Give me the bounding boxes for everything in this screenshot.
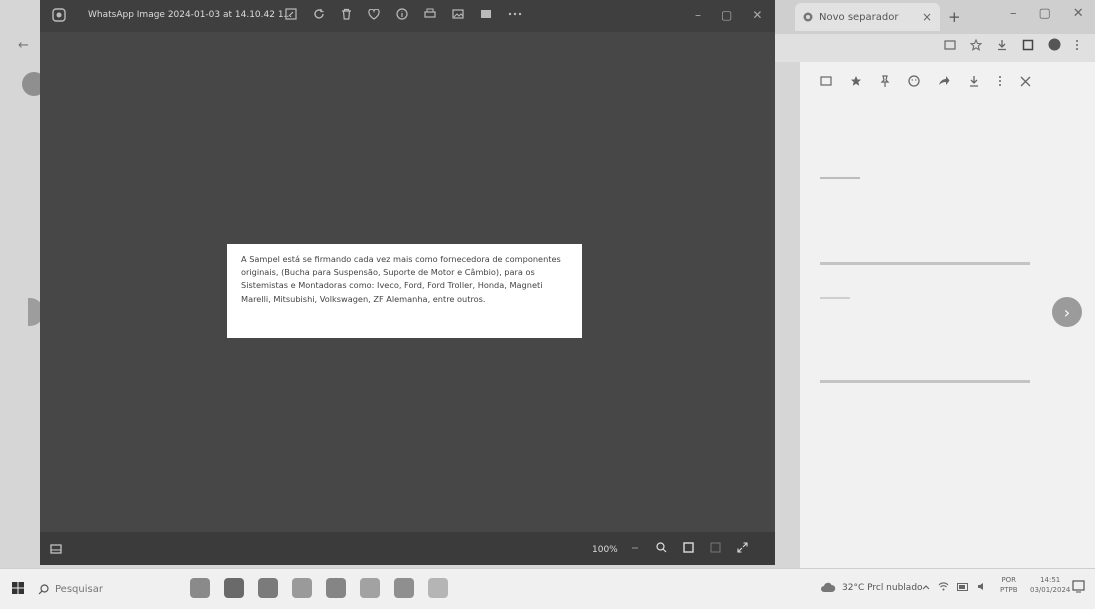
viewer-toolbar bbox=[285, 8, 522, 20]
language-code: POR bbox=[1001, 576, 1017, 584]
taskbar-clock[interactable]: 14:51 03/01/2024 bbox=[1030, 575, 1070, 595]
fullscreen-icon[interactable] bbox=[737, 542, 748, 553]
windows-start-icon[interactable] bbox=[12, 582, 24, 594]
filmstrip-icon[interactable] bbox=[50, 544, 62, 554]
taskbar-app-store[interactable] bbox=[360, 578, 380, 598]
maximize-icon[interactable]: ▢ bbox=[721, 8, 732, 22]
taskbar-app-chrome[interactable] bbox=[258, 578, 278, 598]
menu-icon[interactable] bbox=[1075, 39, 1079, 51]
system-tray bbox=[922, 582, 987, 591]
notification-icon[interactable] bbox=[1072, 580, 1085, 593]
displayed-image: A Sampel está se firmando cada vez mais … bbox=[227, 244, 582, 338]
pin-icon[interactable] bbox=[880, 75, 890, 87]
cloud-icon bbox=[820, 582, 836, 593]
taskbar-app-explorer[interactable] bbox=[326, 578, 346, 598]
browser-back-button[interactable]: ← bbox=[18, 38, 29, 53]
zoom-out-icon[interactable] bbox=[630, 543, 640, 553]
translate-icon[interactable] bbox=[944, 39, 956, 51]
edit-icon[interactable] bbox=[285, 8, 297, 20]
search-input[interactable] bbox=[55, 583, 145, 595]
delete-icon[interactable] bbox=[341, 8, 352, 20]
close-tab-icon[interactable]: × bbox=[922, 10, 932, 24]
minimize-icon[interactable]: – bbox=[695, 8, 701, 22]
language-layout: PTPB bbox=[1000, 586, 1018, 594]
viewer-file-title: WhatsApp Image 2024-01-03 at 14.10.42 1.… bbox=[88, 10, 293, 20]
fit-icon[interactable] bbox=[683, 542, 694, 553]
browser-window-controls: – ▢ ✕ bbox=[1010, 6, 1084, 21]
zoom-controls bbox=[630, 542, 748, 553]
taskbar-app-photos[interactable] bbox=[428, 578, 448, 598]
zoom-in-icon[interactable] bbox=[656, 542, 667, 553]
taskbar-app-task-view[interactable] bbox=[224, 578, 244, 598]
photos-app-icon bbox=[52, 8, 66, 22]
forward-icon[interactable] bbox=[938, 75, 950, 87]
more-options-icon[interactable] bbox=[508, 12, 522, 16]
minimize-icon[interactable]: – bbox=[1010, 6, 1017, 21]
close-icon[interactable] bbox=[1020, 76, 1031, 87]
close-icon[interactable]: ✕ bbox=[1073, 6, 1084, 21]
download-icon[interactable] bbox=[996, 39, 1008, 51]
wifi-icon[interactable] bbox=[938, 582, 949, 591]
close-icon[interactable]: ✕ bbox=[752, 8, 762, 22]
taskbar-search[interactable] bbox=[38, 578, 158, 600]
zoom-level: 100% bbox=[592, 545, 618, 555]
browser-tab-title: Novo separador bbox=[819, 11, 899, 23]
battery-icon[interactable] bbox=[957, 582, 969, 591]
rotate-icon[interactable] bbox=[313, 8, 325, 20]
info-icon[interactable] bbox=[396, 8, 408, 20]
weather-text: 32°C Prcl nublado bbox=[842, 582, 923, 593]
next-slide-button[interactable]: › bbox=[1052, 297, 1082, 327]
volume-icon[interactable] bbox=[977, 582, 987, 591]
taskbar-app-edge[interactable] bbox=[292, 578, 312, 598]
language-indicator[interactable]: POR PTPB bbox=[1000, 575, 1018, 595]
weather-widget[interactable]: 32°C Prcl nublado bbox=[820, 582, 923, 593]
taskbar-apps bbox=[190, 578, 448, 598]
browser-tab-new[interactable]: Novo separador × bbox=[795, 3, 940, 31]
image-icon[interactable] bbox=[452, 8, 464, 20]
sidebar-icon[interactable] bbox=[1022, 39, 1034, 51]
mark-unread-icon[interactable] bbox=[820, 75, 832, 87]
new-tab-button[interactable]: + bbox=[948, 8, 961, 26]
chevron-up-icon[interactable] bbox=[922, 584, 930, 590]
more-options-icon[interactable] bbox=[998, 75, 1002, 87]
print-icon[interactable] bbox=[424, 8, 436, 20]
profile-icon[interactable] bbox=[1048, 38, 1061, 51]
emoji-icon[interactable] bbox=[908, 75, 920, 87]
download-icon[interactable] bbox=[968, 75, 980, 87]
taskbar-app-mail[interactable] bbox=[394, 578, 414, 598]
star-icon[interactable] bbox=[970, 38, 982, 51]
image-text: A Sampel está se firmando cada vez mais … bbox=[241, 254, 561, 304]
email-reading-pane bbox=[800, 62, 1095, 568]
film-icon[interactable] bbox=[480, 8, 492, 20]
clock-date: 03/01/2024 bbox=[1030, 586, 1071, 594]
chrome-logo-icon bbox=[803, 12, 813, 22]
favorite-icon[interactable] bbox=[368, 8, 380, 20]
clock-time: 14:51 bbox=[1040, 576, 1061, 584]
search-icon bbox=[38, 583, 49, 595]
taskbar-app-widget[interactable] bbox=[190, 578, 210, 598]
viewer-window-controls: – ▢ ✕ bbox=[695, 8, 762, 22]
star-icon[interactable] bbox=[850, 75, 862, 87]
browser-toolbar-icons bbox=[944, 38, 1079, 51]
grid-icon[interactable] bbox=[710, 542, 721, 553]
email-action-icons bbox=[820, 75, 1031, 87]
maximize-icon[interactable]: ▢ bbox=[1039, 6, 1051, 21]
